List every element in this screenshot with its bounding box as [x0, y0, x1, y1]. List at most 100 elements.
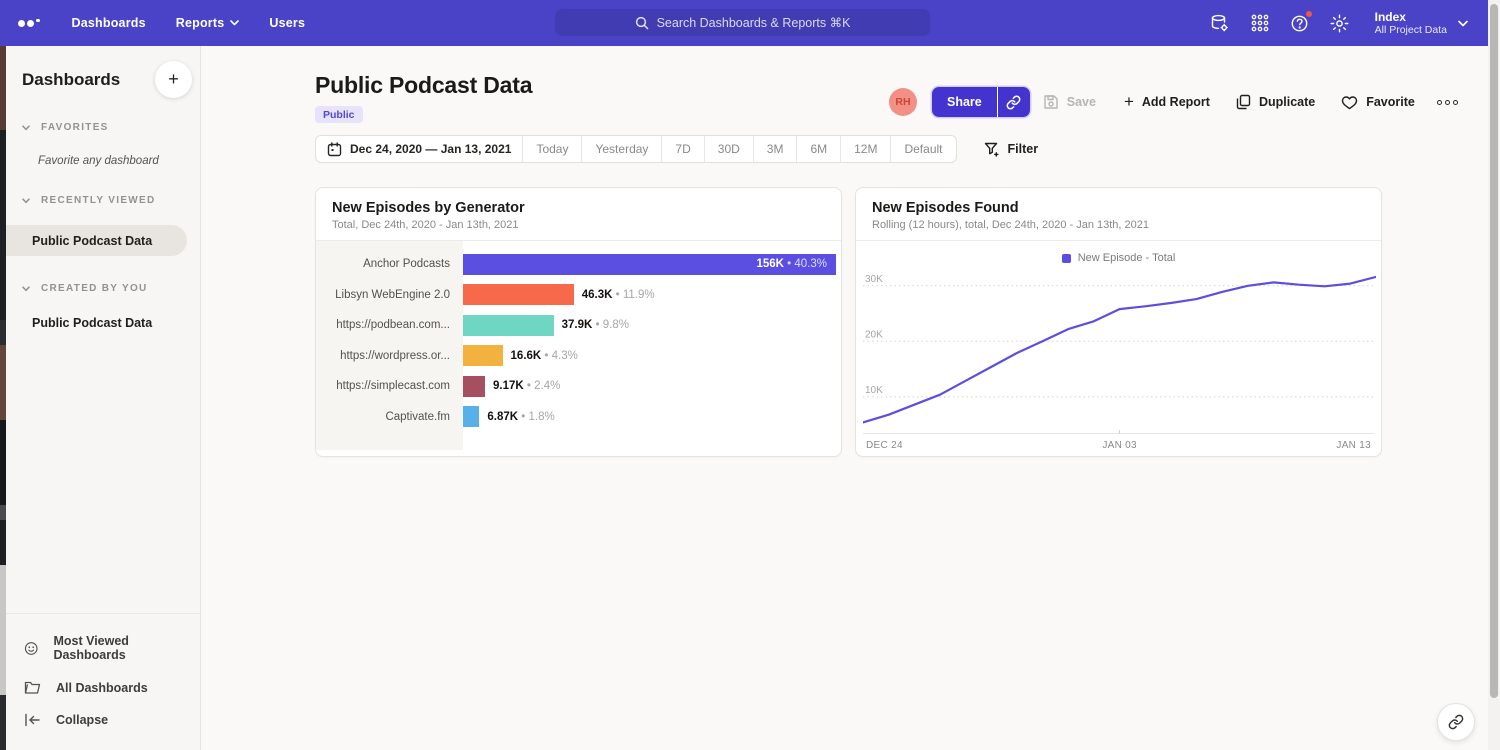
sidebar-title: Dashboards	[22, 70, 120, 90]
share-button[interactable]: Share	[932, 87, 997, 117]
share-split-button: Share	[932, 87, 1030, 117]
most-viewed-dashboards-label: Most Viewed Dashboards	[53, 634, 182, 662]
date-range-picker[interactable]: Dec 24, 2020 — Jan 13, 2021	[316, 136, 522, 162]
bar-chart-card: New Episodes by Generator Total, Dec 24t…	[315, 187, 842, 457]
app-logo[interactable]	[18, 19, 40, 28]
floating-copy-link-button[interactable]	[1437, 703, 1475, 741]
new-dashboard-button[interactable]: +	[155, 61, 192, 98]
avatar[interactable]: RH	[889, 88, 917, 116]
add-report-button[interactable]: + Add Report	[1124, 95, 1210, 109]
calendar-icon	[327, 142, 342, 157]
add-report-label: Add Report	[1142, 95, 1210, 109]
collapse-sidebar-button[interactable]: Collapse	[6, 704, 200, 736]
section-favorites[interactable]: FAVORITES	[22, 122, 184, 133]
legend-label: New Episode - Total	[1078, 252, 1176, 264]
date-range-control: Dec 24, 2020 — Jan 13, 2021 Today Yester…	[315, 135, 957, 163]
line-chart-title: New Episodes Found	[872, 200, 1365, 216]
bar[interactable]	[463, 376, 485, 397]
range-default[interactable]: Default	[890, 136, 955, 162]
line-chart-subtitle: Rolling (12 hours), total, Dec 24th, 202…	[872, 219, 1365, 231]
chart-legend: New Episode - Total	[863, 248, 1374, 268]
filter-funnel-icon	[984, 142, 1000, 157]
nav-item-users[interactable]: Users	[269, 16, 305, 30]
copy-link-button[interactable]	[998, 87, 1030, 117]
sidebar-item-public-podcast-data[interactable]: Public Podcast Data	[6, 225, 187, 256]
scrollbar-thumb[interactable]	[1490, 4, 1498, 698]
date-range-label: Dec 24, 2020 — Jan 13, 2021	[350, 142, 511, 156]
most-viewed-dashboards-button[interactable]: Most Viewed Dashboards	[6, 625, 200, 671]
scrollbar-track	[1488, 0, 1500, 750]
nav-item-reports[interactable]: Reports	[176, 16, 240, 30]
bar[interactable]	[463, 284, 574, 305]
bar-row: Captivate.fm 6.87K • 1.8%	[316, 402, 841, 433]
save-label: Save	[1067, 95, 1096, 109]
bar-track: 46.3K • 11.9%	[463, 284, 841, 305]
top-navbar: Dashboards Reports Users Search Dashboar…	[0, 0, 1490, 46]
bar-track: 156K • 40.3%	[463, 254, 841, 275]
range-6m[interactable]: 6M	[796, 136, 840, 162]
range-7d[interactable]: 7D	[661, 136, 703, 162]
folder-icon	[24, 680, 41, 695]
notification-dot	[1305, 10, 1313, 18]
bar-value-label: 9.17K • 2.4%	[493, 380, 560, 392]
x-label-jan13: JAN 13	[1336, 440, 1371, 451]
data-management-icon[interactable]	[1209, 12, 1231, 34]
range-yesterday[interactable]: Yesterday	[581, 136, 661, 162]
chevron-down-icon	[230, 20, 239, 26]
filter-button[interactable]: Filter	[984, 142, 1039, 157]
search-input[interactable]: Search Dashboards & Reports ⌘K	[555, 9, 930, 36]
save-button[interactable]: Save	[1043, 94, 1096, 110]
nav-item-dashboards[interactable]: Dashboards	[72, 16, 146, 30]
project-selector[interactable]: Index All Project Data	[1375, 10, 1468, 37]
duplicate-icon	[1236, 94, 1251, 110]
bar-value-label: 6.87K • 1.8%	[487, 411, 554, 423]
settings-gear-icon[interactable]	[1329, 12, 1351, 34]
range-today[interactable]: Today	[522, 136, 581, 162]
line-chart-plot: 10K20K30K	[863, 268, 1376, 433]
apps-grid-icon[interactable]	[1249, 12, 1271, 34]
more-options-button[interactable]	[1437, 100, 1458, 105]
duplicate-button[interactable]: Duplicate	[1236, 94, 1315, 110]
bar[interactable]	[463, 406, 479, 427]
favorite-button[interactable]: Favorite	[1341, 95, 1415, 110]
favorite-label: Favorite	[1366, 95, 1415, 109]
bar-category-label: Captivate.fm	[316, 411, 463, 423]
line-series	[863, 277, 1376, 423]
sidebar: Dashboards + FAVORITES Favorite any dash…	[6, 46, 201, 750]
bar-category-label: Anchor Podcasts	[316, 258, 463, 270]
x-axis-tick	[1119, 430, 1120, 434]
section-favorites-label: FAVORITES	[41, 122, 109, 133]
range-3m[interactable]: 3M	[753, 136, 797, 162]
nav-item-reports-label: Reports	[176, 16, 225, 30]
bar[interactable]	[463, 315, 554, 336]
section-recently-viewed-label: RECENTLY VIEWED	[41, 195, 156, 206]
x-label-jan03: JAN 03	[1102, 440, 1137, 451]
main-content: Public Podcast Data Public RH Share Save…	[201, 46, 1488, 750]
collapse-icon	[24, 713, 41, 727]
bar-category-label: https://podbean.com...	[316, 319, 463, 331]
favorites-empty-hint: Favorite any dashboard	[38, 155, 200, 167]
help-icon[interactable]	[1289, 12, 1311, 34]
bar[interactable]	[463, 345, 503, 366]
section-created-by-you[interactable]: CREATED BY YOU	[22, 283, 184, 294]
bar-row: https://simplecast.com9.17K • 2.4%	[316, 371, 841, 402]
bar-track: 16.6K • 4.3%	[463, 345, 841, 366]
bar-chart-title: New Episodes by Generator	[332, 200, 825, 216]
filter-label: Filter	[1008, 142, 1039, 156]
bar-track: 6.87K • 1.8%	[463, 406, 841, 427]
all-dashboards-button[interactable]: All Dashboards	[6, 671, 200, 704]
chevron-down-icon	[1458, 20, 1468, 27]
bar[interactable]: 156K • 40.3%	[463, 254, 836, 275]
range-30d[interactable]: 30D	[704, 136, 753, 162]
line-chart-card: New Episodes Found Rolling (12 hours), t…	[855, 187, 1382, 457]
section-recently-viewed[interactable]: RECENTLY VIEWED	[22, 195, 184, 206]
bar-track: 37.9K • 9.8%	[463, 315, 841, 336]
link-icon	[1006, 95, 1021, 110]
bar-category-label: Libsyn WebEngine 2.0	[316, 289, 463, 301]
bar-category-label: https://wordpress.or...	[316, 350, 463, 362]
smiley-icon	[24, 640, 38, 657]
legend-swatch	[1062, 254, 1071, 263]
sidebar-item-public-podcast-data-created[interactable]: Public Podcast Data	[32, 316, 200, 330]
chevron-down-icon	[22, 286, 30, 292]
range-12m[interactable]: 12M	[840, 136, 890, 162]
